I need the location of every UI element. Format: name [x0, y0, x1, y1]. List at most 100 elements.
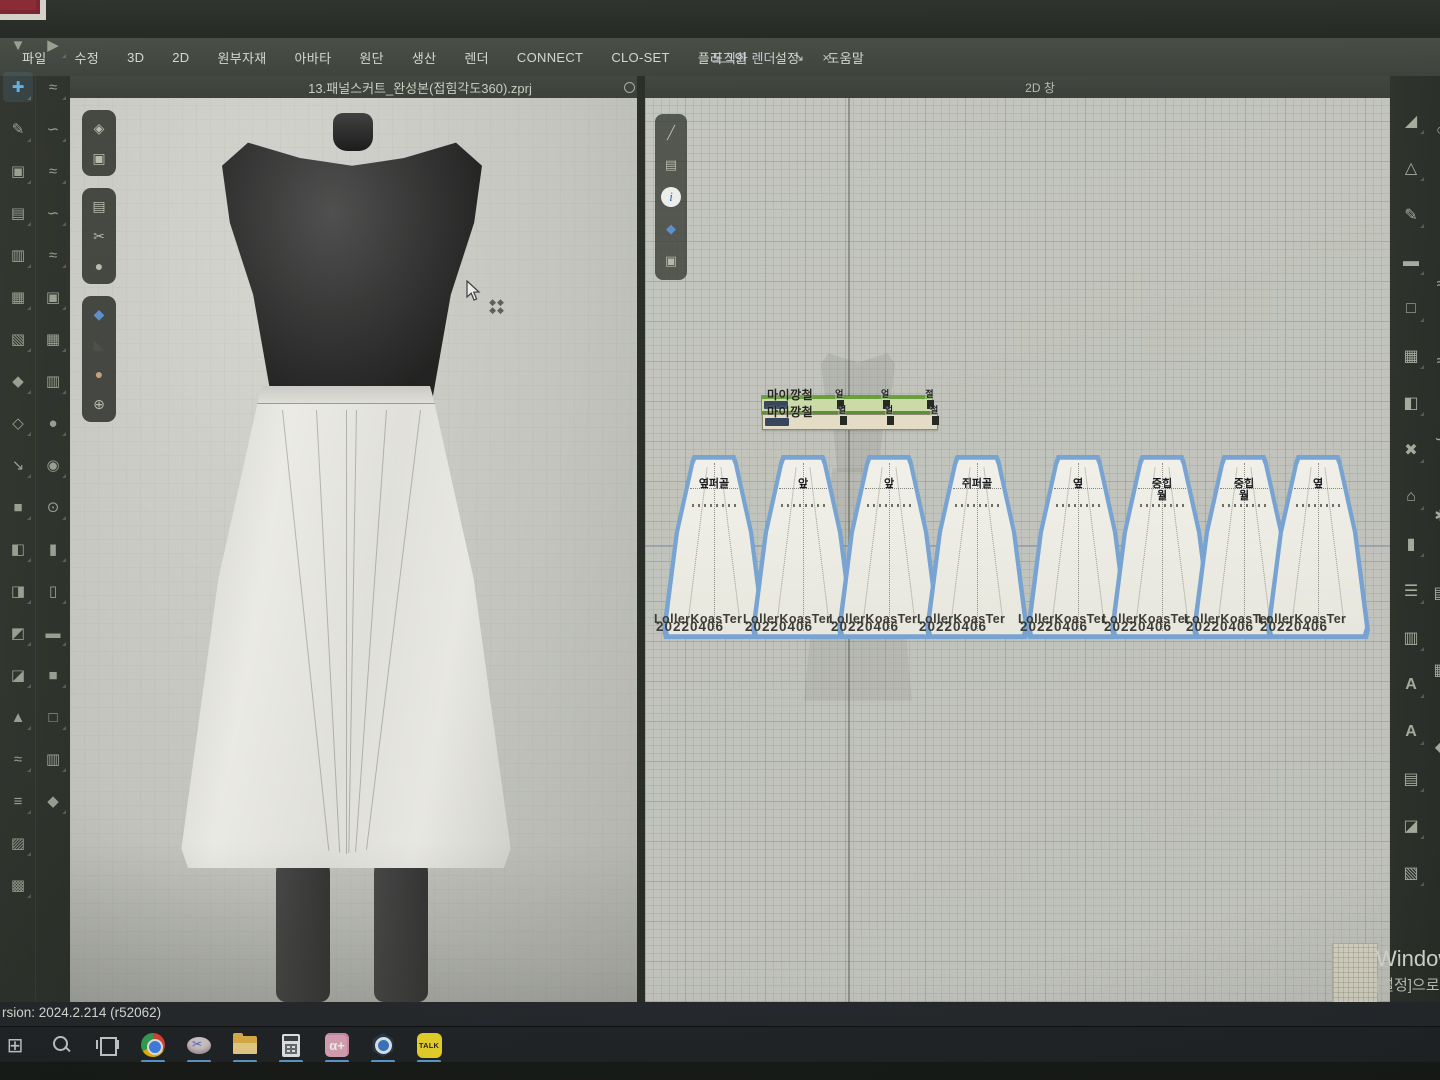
render-tab[interactable]: 도식화 렌더 ↘ ×	[712, 38, 830, 76]
book-fold-icon[interactable]: ◨	[3, 576, 33, 606]
search-button[interactable]	[46, 1030, 76, 1060]
transform-pattern-icon[interactable]: ◢	[1396, 106, 1426, 136]
fabric-roll-icon[interactable]: ▮	[1396, 529, 1426, 559]
dash-line-icon[interactable]: ≈	[1426, 270, 1440, 300]
viewport-3d[interactable]: ◈▣ ▤✂● ◆◣●⊕ ◆◆ ◆◆	[70, 98, 637, 1002]
tshirt-icon[interactable]: ◪	[3, 660, 33, 690]
ruler-icon[interactable]: ☰	[1396, 576, 1426, 606]
pattern-outline-icon[interactable]: ⌂	[1396, 482, 1426, 512]
menu-item[interactable]: 수정	[61, 48, 114, 67]
curve-edit-icon[interactable]: ≈	[38, 240, 68, 270]
close-icon[interactable]: ×	[822, 50, 830, 65]
pen-tool-icon[interactable]: ╱	[659, 121, 683, 145]
curve-smooth-icon[interactable]: ≈	[38, 156, 68, 186]
snipping-tool-icon[interactable]	[184, 1030, 214, 1060]
skirt-gore-pattern[interactable]: 옆퍼골 LollerKoasTer 20220406	[664, 458, 764, 636]
dot-grid-icon[interactable]: ▦	[1426, 655, 1440, 685]
show-garment-2d-icon[interactable]: ▤	[659, 153, 683, 177]
pen-curve-icon[interactable]: ✎	[3, 114, 33, 144]
comb-ruler-icon[interactable]: ▥	[1396, 623, 1426, 653]
curve-pin-icon[interactable]: ∽	[38, 198, 68, 228]
puller-icon[interactable]: ◆	[38, 786, 68, 816]
skirt-gore-pattern[interactable]: 앞 LollerKoasTer 20220406	[753, 458, 853, 636]
buttonhole-icon[interactable]: ◉	[38, 450, 68, 480]
menu-item[interactable]: CONNECT	[503, 50, 597, 65]
tack-pin-icon[interactable]: ◇	[3, 408, 33, 438]
render-tab-label[interactable]: 도식화 렌더	[712, 48, 775, 67]
edit-curvature-icon[interactable]: ✎	[1396, 200, 1426, 230]
garment-fit-icon[interactable]: ▣	[3, 156, 33, 186]
show-pattern-icon[interactable]: ▣	[659, 249, 683, 273]
avatar-head-icon[interactable]: ●	[86, 361, 112, 387]
file-explorer-icon[interactable]	[230, 1030, 260, 1060]
capture-app-icon[interactable]: α+	[322, 1030, 352, 1060]
bartack-icon[interactable]: ▬	[38, 618, 68, 648]
stitch-dots-icon[interactable]: ⋮	[1426, 193, 1440, 223]
sewing-machine-icon[interactable]: ▤	[3, 198, 33, 228]
calculator-icon[interactable]	[276, 1030, 306, 1060]
kakaotalk-icon[interactable]: TALK	[414, 1030, 444, 1060]
edit-pattern-icon[interactable]: △	[1396, 153, 1426, 183]
fabric-2d-icon[interactable]: ◆	[659, 217, 683, 241]
skirt-gore-pattern[interactable]: 앞 LollerKoasTer 20220406	[839, 458, 939, 636]
sew-config-icon[interactable]: ✱	[1426, 501, 1440, 531]
arrange-garment-icon[interactable]: ■	[3, 492, 33, 522]
menu-item[interactable]: 2D	[158, 50, 203, 65]
panel-divider[interactable]	[637, 76, 645, 1002]
fold-garment-icon[interactable]: ◪	[1396, 811, 1426, 841]
texture-garment-alt-icon[interactable]: ▥	[38, 366, 68, 396]
pattern-dark-icon[interactable]: ▬	[1396, 247, 1426, 277]
chrome-icon[interactable]	[138, 1030, 168, 1060]
show-garment-icon[interactable]: ▤	[86, 193, 112, 219]
title-option-icon[interactable]	[624, 82, 635, 93]
knit-icon[interactable]: ◆	[1426, 732, 1440, 762]
menu-item[interactable]: 3D	[113, 50, 158, 65]
clo3d-icon[interactable]	[368, 1030, 398, 1060]
menu-item[interactable]: CLO-SET	[597, 50, 683, 65]
menu-item[interactable]: 렌더	[450, 48, 503, 67]
pleat-stack-icon[interactable]: ▤	[1426, 578, 1440, 608]
curve-cut-icon[interactable]: ∽	[38, 114, 68, 144]
gizmo-cube-icon[interactable]: ◈	[86, 115, 112, 141]
simulate-icon[interactable]: ▼	[3, 30, 33, 60]
segment-sewing-icon[interactable]: ▥	[3, 240, 33, 270]
garment-lift-icon[interactable]: ▲	[3, 702, 33, 732]
drape-person-icon[interactable]: ▧	[1396, 858, 1426, 888]
pin-garment-icon[interactable]: ▣	[86, 145, 112, 171]
tape-measure-icon[interactable]: ≡	[3, 786, 33, 816]
collapse-icon[interactable]: ↘	[793, 49, 804, 65]
zipper-icon[interactable]: ▮	[38, 534, 68, 564]
move-transform-icon[interactable]: ✚	[3, 72, 33, 102]
pin-icon[interactable]: ◆	[3, 366, 33, 396]
viewport-2d[interactable]: ╱▤i◆▣ 마이깡철 얼 얼 절 마이깡철 얼 얼 절	[645, 98, 1390, 1002]
fabric-book-icon[interactable]: ◆	[86, 301, 112, 327]
zigzag-icon[interactable]: ≈	[1426, 347, 1440, 377]
pair-garment-icon[interactable]: ◧	[3, 534, 33, 564]
free-sewing-icon[interactable]: ▦	[3, 282, 33, 312]
lock-fastener-icon[interactable]: ⊙	[38, 492, 68, 522]
texture-garment-icon[interactable]: ▦	[38, 324, 68, 354]
wave-stitch-icon[interactable]: ∽	[1426, 424, 1440, 454]
avatar-walk-icon[interactable]: ▶	[38, 30, 68, 60]
trace-pattern-icon[interactable]: □	[1396, 294, 1426, 324]
zip-garment-icon[interactable]: ▨	[3, 828, 33, 858]
fit-mannequin-icon[interactable]: ▧	[3, 324, 33, 354]
grading-grid-icon[interactable]: ▦	[1396, 341, 1426, 371]
curve-measure-icon[interactable]: ≈	[3, 744, 33, 774]
info-icon[interactable]: i	[659, 185, 683, 209]
cloth-dark-icon[interactable]: ◣	[86, 331, 112, 357]
menu-item[interactable]: 생산	[398, 48, 451, 67]
zipper-alt-icon[interactable]: ▯	[38, 576, 68, 606]
skirt-gore-pattern[interactable]: 옆 LollerKoasTer 20220406	[1268, 458, 1368, 636]
curve-tool-icon[interactable]: ≈	[38, 72, 68, 102]
menu-item[interactable]: 아바타	[281, 48, 346, 67]
strip-icon[interactable]: ▥	[38, 744, 68, 774]
menu-item[interactable]: 원단	[345, 48, 398, 67]
steamer-icon[interactable]: ▣	[38, 282, 68, 312]
button-icon[interactable]: ●	[38, 408, 68, 438]
export-fold-icon[interactable]: ↘	[3, 450, 33, 480]
jacket-icon[interactable]: ◩	[3, 618, 33, 648]
menu-item[interactable]: 원부자재	[204, 48, 281, 67]
zip-garment-alt-icon[interactable]: ▩	[3, 870, 33, 900]
text-style-icon[interactable]: A	[1396, 717, 1426, 747]
